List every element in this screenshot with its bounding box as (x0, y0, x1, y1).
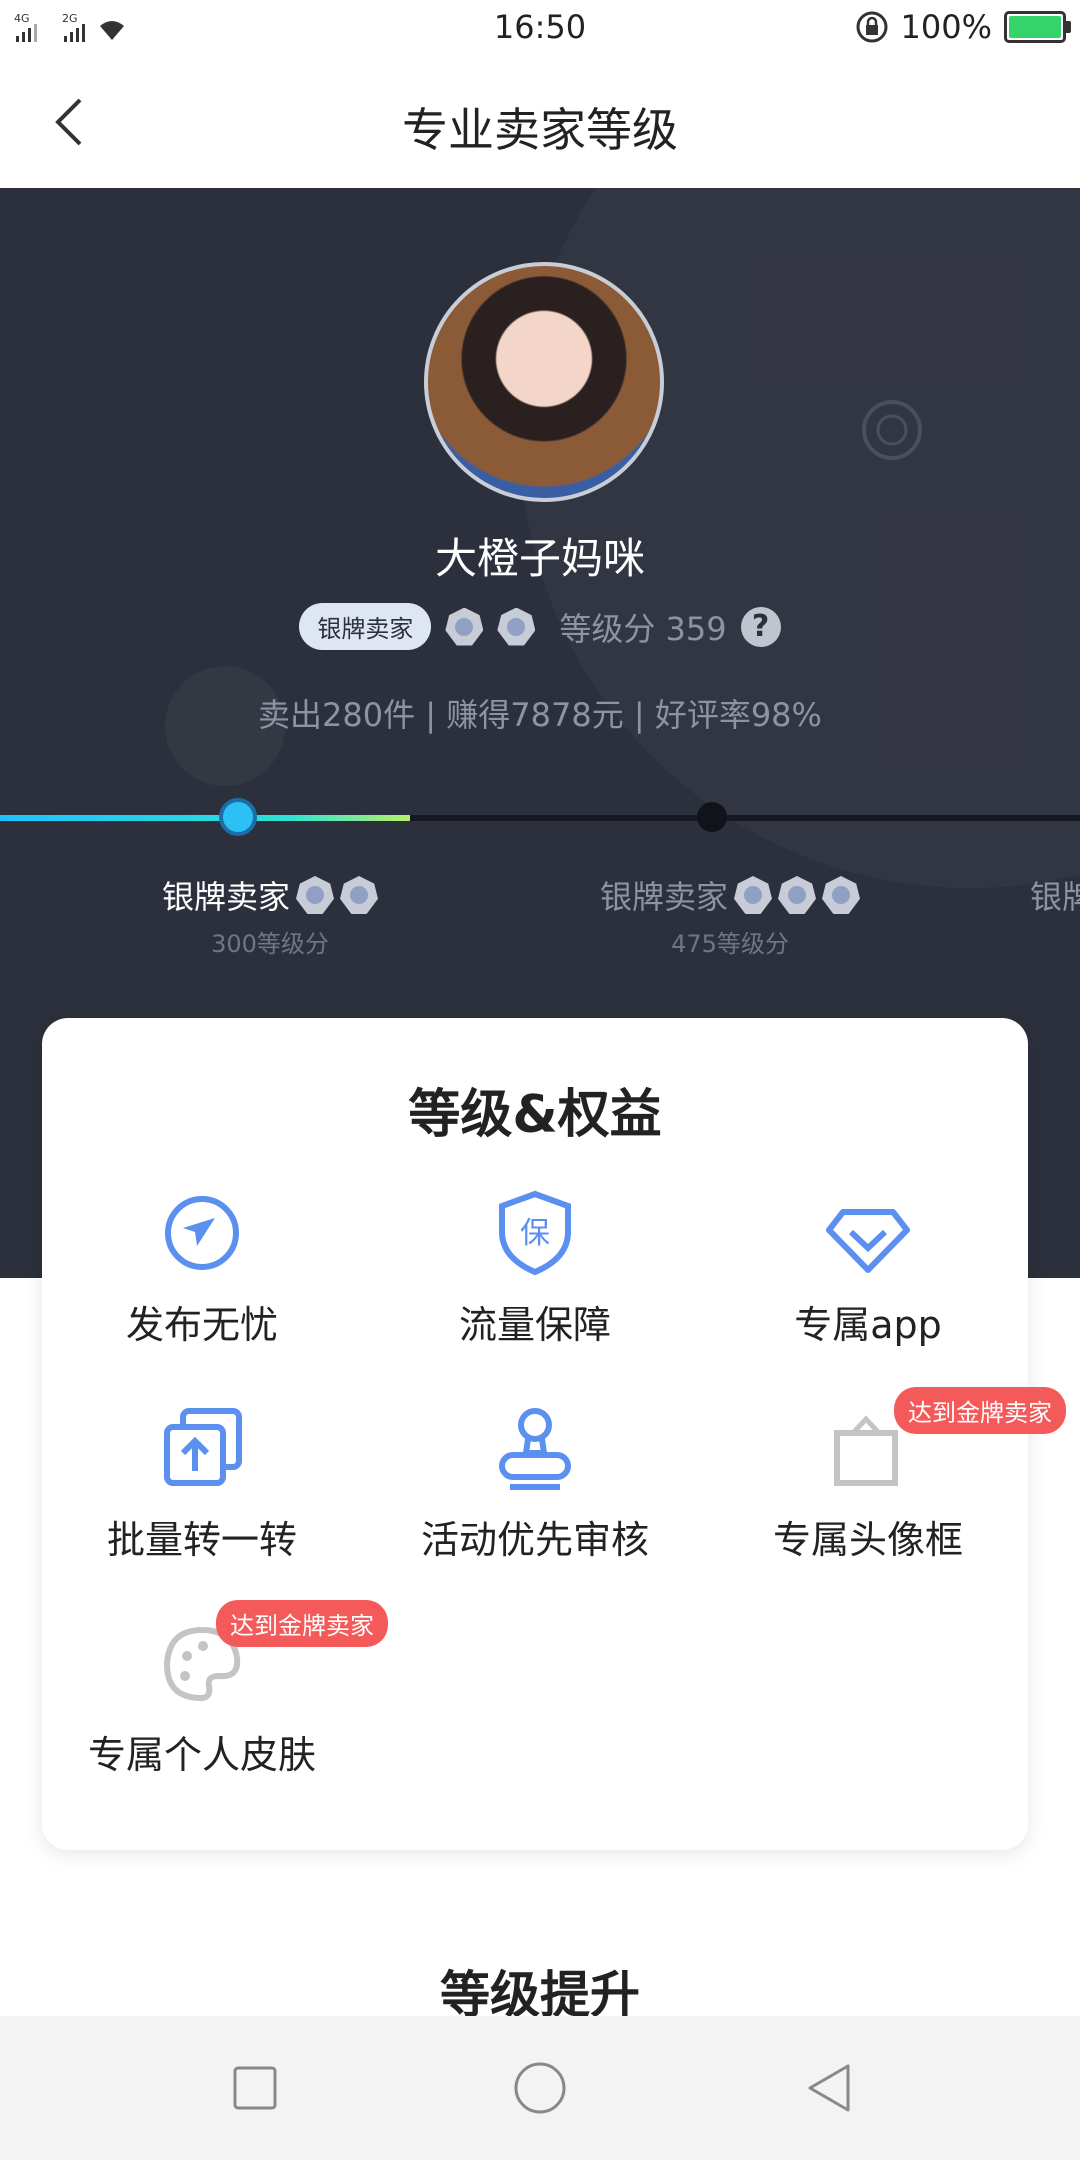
page-title: 专业卖家等级 (402, 103, 678, 157)
compass-icon (165, 1196, 239, 1270)
benefit-label: 专属app (794, 1303, 942, 1347)
battery-icon (1004, 11, 1071, 43)
milestone-points: 300等级分 (211, 930, 329, 958)
medal-icon (296, 876, 334, 914)
benefits-title: 等级&权益 (408, 1085, 662, 1145)
square-icon (233, 2066, 277, 2110)
avatar[interactable] (424, 262, 664, 502)
milestone-name: 银牌 (1030, 878, 1080, 916)
status-right: 100% (855, 8, 1071, 46)
circle-icon (514, 2062, 566, 2114)
milestone-name: 银牌卖家 (161, 878, 290, 916)
benefit-label: 专属头像框 (772, 1518, 963, 1562)
level-score: 等级分 359 (559, 609, 727, 648)
seller-stats: 卖出280件 | 赚得7878元 | 好评率98% (258, 696, 822, 734)
medal-icon (340, 876, 378, 914)
svg-text:保: 保 (520, 1216, 550, 1251)
seller-nickname: 大橙子妈咪 (434, 534, 645, 583)
benefit-avatar-frame[interactable]: 专属头像框 达到金牌卖家 (708, 1387, 1066, 1564)
medal-icon (734, 876, 772, 914)
milestone-name: 银牌卖家 (599, 878, 728, 916)
benefit-batch[interactable]: 批量转一转 (42, 1403, 362, 1564)
system-back-button[interactable] (800, 2058, 860, 2118)
benefits-card: 等级&权益 发布无忧 保 流量保障 专属app 批量转一转 活动优先审核 专属头… (42, 1018, 1066, 1850)
benefit-label: 批量转一转 (106, 1518, 297, 1562)
help-icon[interactable]: ? (740, 606, 781, 647)
home-button[interactable] (510, 2058, 570, 2118)
benefit-publish[interactable]: 发布无忧 (42, 1188, 362, 1349)
benefit-traffic[interactable]: 保 流量保障 (375, 1188, 695, 1349)
rotation-lock-icon (856, 11, 888, 43)
medal-icon (822, 876, 860, 914)
benefit-skin[interactable]: 专属个人皮肤 达到金牌卖家 (42, 1600, 388, 1779)
level-milestone-partial: 银牌 (1030, 872, 1080, 918)
benefit-app[interactable]: 专属app (708, 1188, 1028, 1349)
benefit-label: 活动优先审核 (420, 1518, 649, 1562)
benefit-priority-review[interactable]: 活动优先审核 (375, 1403, 695, 1564)
level-badge: 银牌卖家 (299, 603, 432, 650)
status-bar: 4G 2G 16:50 100% (0, 0, 1080, 56)
benefit-label: 发布无忧 (125, 1303, 278, 1347)
progress-current-node (219, 798, 257, 836)
benefit-label: 专属个人皮肤 (87, 1733, 316, 1777)
level-milestone-current: 银牌卖家 300等级分 (120, 872, 420, 959)
stamp-icon (499, 1408, 571, 1490)
ring-decoration-icon (862, 400, 922, 460)
progress-next-node (697, 802, 727, 832)
title-bar: 专业卖家等级 (0, 56, 1080, 188)
medal-icon (445, 608, 483, 646)
shield-bao-icon: 保 (499, 1190, 571, 1276)
medal-icon (497, 608, 535, 646)
medal-icon (778, 876, 816, 914)
benefit-label: 流量保障 (458, 1303, 611, 1347)
recents-button[interactable] (225, 2058, 285, 2118)
level-badge-row: 银牌卖家 等级分 359 ? (0, 603, 1080, 650)
batch-upload-icon (164, 1408, 242, 1486)
system-nav-bar (0, 2016, 1080, 2160)
level-progress-fill (0, 815, 410, 821)
level-milestone-next: 银牌卖家 475等级分 (560, 872, 900, 959)
battery-percent: 100% (900, 8, 992, 46)
milestone-points: 475等级分 (671, 930, 789, 958)
gold-seller-tag: 达到金牌卖家 (216, 1600, 388, 1647)
triangle-back-icon (808, 2064, 850, 2112)
diamond-icon (826, 1209, 910, 1273)
gold-seller-tag: 达到金牌卖家 (894, 1387, 1066, 1434)
